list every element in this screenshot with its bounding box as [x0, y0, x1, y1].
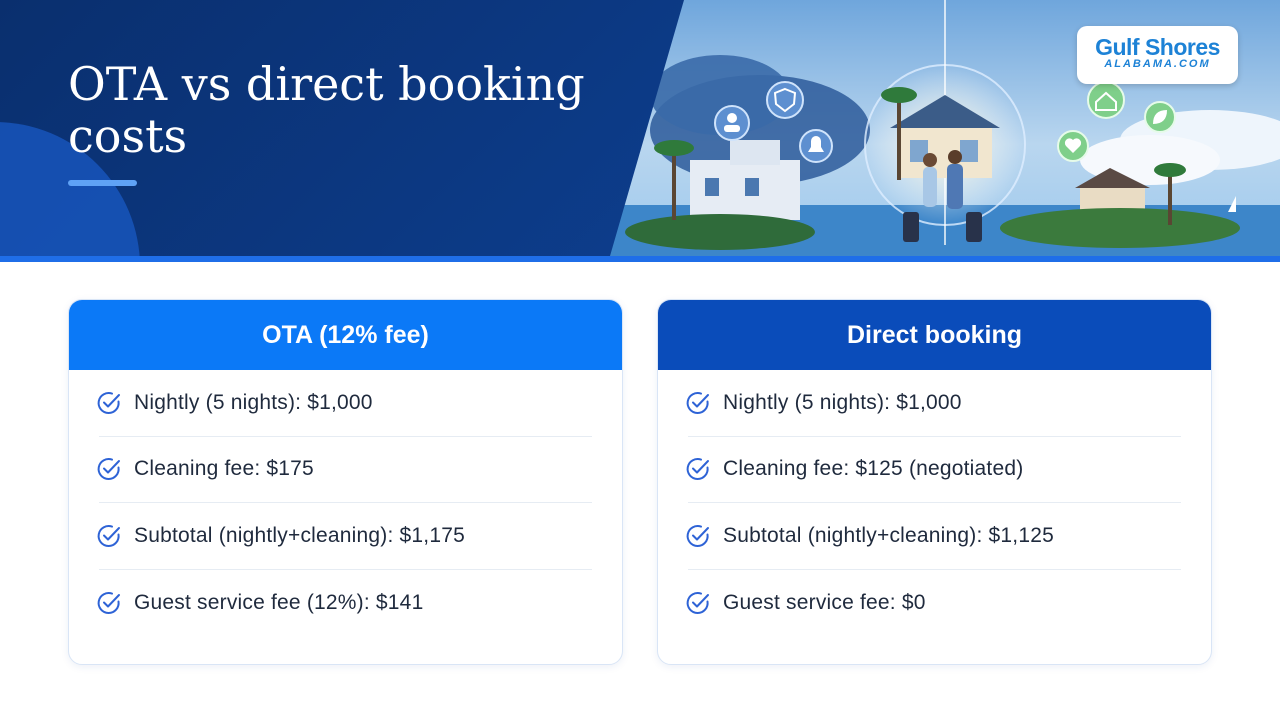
- cost-line: Guest service fee: $0: [723, 590, 926, 614]
- cost-line: Nightly (5 nights): $1,000: [134, 390, 373, 414]
- check-circle-icon: [686, 458, 709, 481]
- shield-icon: [766, 81, 804, 119]
- check-circle-icon: [97, 458, 120, 481]
- ota-cost-card: OTA (12% fee) Nightly (5 nights): $1,000…: [68, 299, 623, 665]
- cost-line: Subtotal (nightly+cleaning): $1,125: [723, 523, 1054, 547]
- ota-card-title: OTA (12% fee): [262, 320, 429, 349]
- gulf-shores-logo: Gulf Shores ALABAMA.COM: [1077, 26, 1238, 84]
- list-item: Cleaning fee: $175: [97, 437, 592, 503]
- user-icon: [714, 105, 750, 141]
- title-underline: [68, 180, 137, 186]
- direct-card-title: Direct booking: [846, 320, 1022, 349]
- direct-booking-card: Direct booking Nightly (5 nights): $1,00…: [657, 299, 1212, 665]
- home-icon: [1087, 81, 1125, 119]
- bell-icon: [799, 129, 833, 163]
- hero-bottom-band: [0, 256, 1280, 262]
- check-circle-icon: [97, 591, 120, 614]
- cost-line: Guest service fee (12%): $141: [134, 590, 424, 614]
- cost-line: Cleaning fee: $175: [134, 457, 314, 481]
- leaf-icon: [1144, 101, 1176, 133]
- list-item: Subtotal (nightly+cleaning): $1,175: [97, 503, 592, 570]
- list-item: Subtotal (nightly+cleaning): $1,125: [686, 503, 1181, 570]
- logo-main-text: Gulf Shores: [1095, 34, 1220, 60]
- list-item: Nightly (5 nights): $1,000: [97, 370, 592, 437]
- ota-cost-list: Nightly (5 nights): $1,000 Cleaning fee:…: [69, 370, 622, 636]
- list-item: Guest service fee: $0: [686, 570, 1181, 637]
- list-item: Cleaning fee: $125 (negotiated): [686, 437, 1181, 503]
- page-title: OTA vs direct booking costs: [68, 57, 585, 163]
- check-circle-icon: [686, 591, 709, 614]
- check-circle-icon: [97, 524, 120, 547]
- direct-cost-list: Nightly (5 nights): $1,000 Cleaning fee:…: [658, 370, 1211, 636]
- ota-card-header: OTA (12% fee): [69, 300, 622, 370]
- cost-line: Nightly (5 nights): $1,000: [723, 390, 962, 414]
- cost-line: Cleaning fee: $125 (negotiated): [723, 457, 1024, 481]
- check-circle-icon: [686, 391, 709, 414]
- list-item: Nightly (5 nights): $1,000: [686, 370, 1181, 437]
- direct-card-header: Direct booking: [658, 300, 1211, 370]
- heart-icon: [1057, 130, 1089, 162]
- list-item: Guest service fee (12%): $141: [97, 570, 592, 637]
- cost-line: Subtotal (nightly+cleaning): $1,175: [134, 523, 465, 547]
- check-circle-icon: [97, 391, 120, 414]
- check-circle-icon: [686, 524, 709, 547]
- hero-banner: OTA vs direct booking costs Gulf Shores …: [0, 0, 1280, 262]
